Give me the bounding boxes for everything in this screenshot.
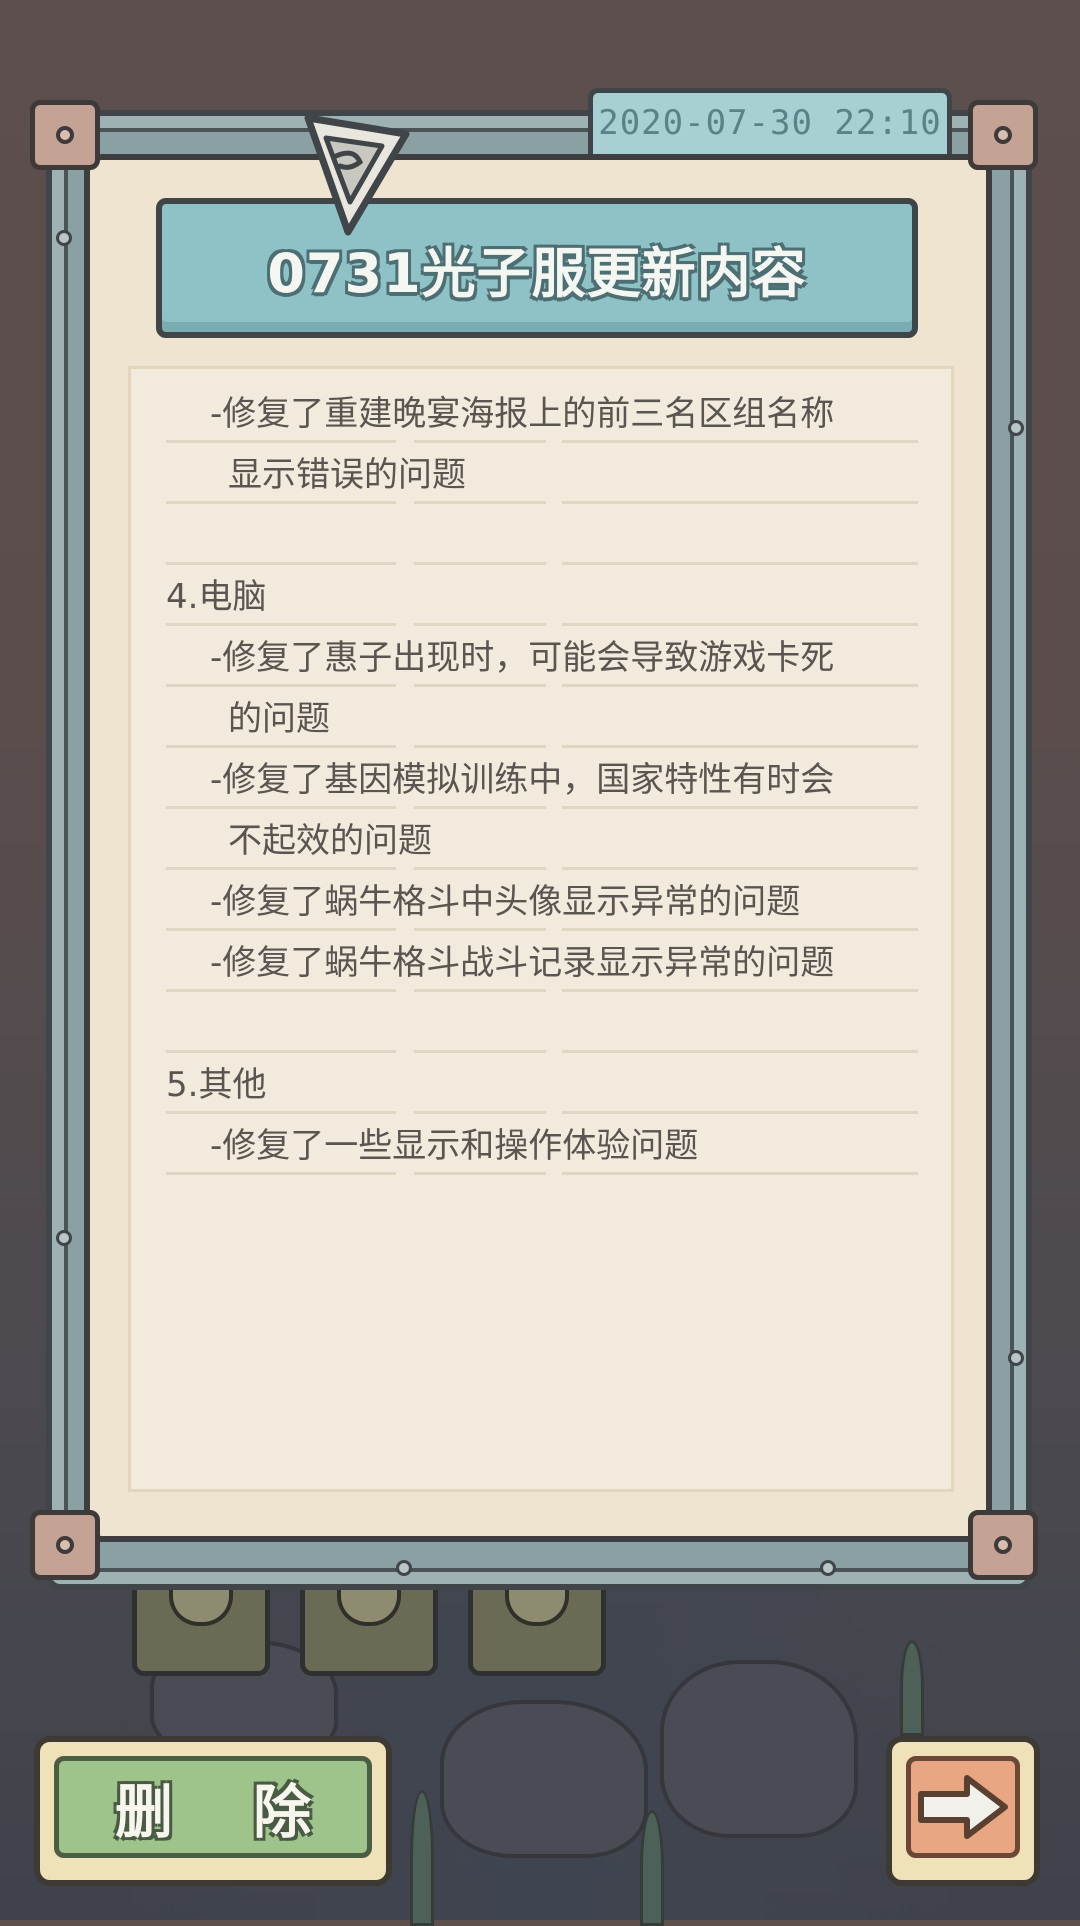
frame-corner-bracket	[30, 1510, 100, 1580]
notice-ruled-line	[166, 989, 918, 992]
notice-line: 5.其他	[166, 1065, 267, 1105]
delete-button-label: 删 除	[114, 1778, 342, 1846]
next-button-face	[906, 1756, 1020, 1858]
frame-corner-bracket	[30, 100, 100, 170]
right-arrow-icon	[918, 1775, 1008, 1839]
notice-ruled-line	[166, 928, 918, 931]
notice-line: 显示错误的问题	[228, 455, 466, 495]
background-rock	[660, 1660, 858, 1838]
notice-blank-line	[166, 994, 918, 1054]
notice-ruled-line	[166, 745, 918, 748]
notice-title-banner: 0731光子服更新内容	[156, 198, 918, 338]
game-logo-icon	[304, 114, 410, 236]
frame-corner-bracket	[968, 100, 1038, 170]
notice-datetime: 2020-07-30 22:10	[598, 103, 942, 143]
rivet	[820, 1560, 836, 1576]
notice-line: -修复了蜗牛格斗战斗记录显示异常的问题	[210, 943, 835, 983]
notice-line: -修复了惠子出现时，可能会导致游戏卡死	[210, 638, 835, 678]
background-rock	[440, 1700, 648, 1858]
delete-button-face: 删 除	[54, 1756, 372, 1858]
rivet	[396, 1560, 412, 1576]
rivet	[56, 1230, 72, 1246]
background-plant	[410, 1790, 434, 1926]
background-plant	[640, 1810, 664, 1926]
notice-line: 的问题	[228, 699, 330, 739]
notice-line: 4.电脑	[166, 577, 267, 617]
notice-ruled-line	[166, 440, 918, 443]
frame-corner-bracket	[968, 1510, 1038, 1580]
notice-line: -修复了重建晚宴海报上的前三名区组名称	[210, 394, 835, 434]
notice-ruled-line	[166, 623, 918, 626]
notice-line: -修复了基因模拟训练中，国家特性有时会	[210, 760, 835, 800]
delete-button[interactable]: 删 除	[34, 1736, 392, 1886]
notice-line: -修复了蜗牛格斗中头像显示异常的问题	[210, 882, 801, 922]
notice-ruled-line	[166, 1111, 918, 1114]
notice-ruled-line	[166, 501, 918, 504]
next-button[interactable]	[886, 1736, 1040, 1886]
notice-line: -修复了一些显示和操作体验问题	[210, 1126, 699, 1166]
notice-line: 不起效的问题	[228, 821, 432, 861]
notice-ruled-line	[166, 867, 918, 870]
rivet	[1008, 1350, 1024, 1366]
rivet	[56, 230, 72, 246]
background-plant	[900, 1640, 924, 1736]
notice-ruled-line	[166, 1050, 918, 1053]
notice-ruled-line	[166, 806, 918, 809]
notice-ruled-line	[166, 684, 918, 687]
notice-ruled-line	[166, 562, 918, 565]
notice-blank-line	[166, 506, 918, 566]
notice-ruled-line	[166, 1172, 918, 1175]
rivet	[1008, 420, 1024, 436]
